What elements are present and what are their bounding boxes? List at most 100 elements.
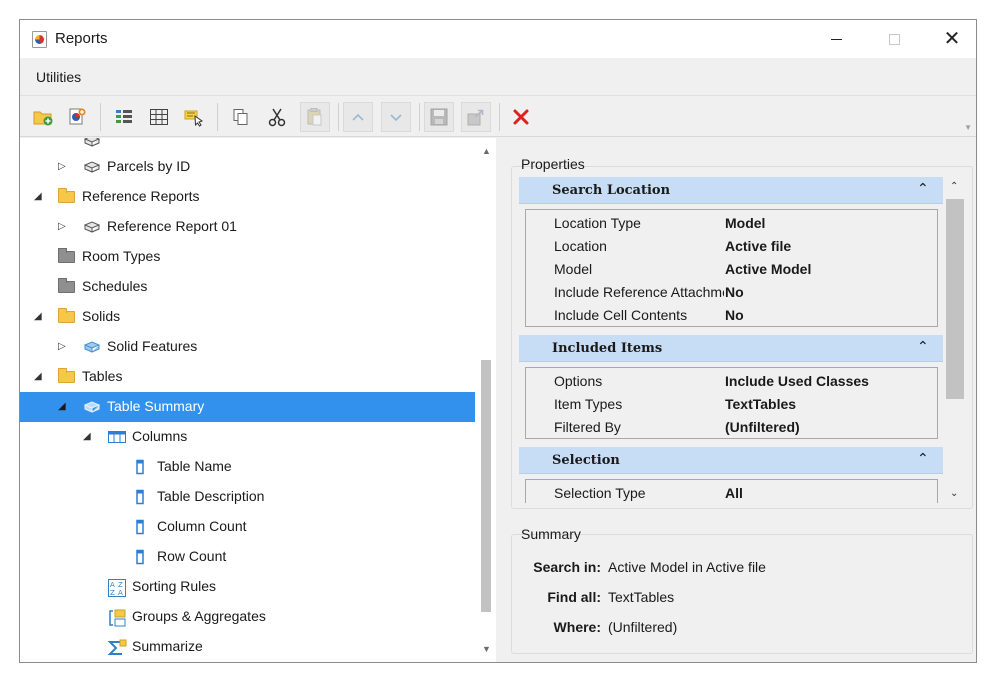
table-button[interactable] [144,102,174,132]
report-tree[interactable]: ▷ Parcels by ID ◢ Reference Reports ▷ Re… [20,138,496,662]
sigma-icon [107,639,127,655]
maximize-button[interactable] [865,20,923,58]
tree-item-label: Sorting Rules [132,578,217,594]
property-value[interactable]: (Unfiltered) [725,419,800,435]
svg-text:A: A [110,581,115,589]
copy-button[interactable] [226,102,256,132]
cut-button[interactable] [262,102,292,132]
report-blue-icon [83,399,101,415]
folder-yellow-icon [58,368,76,385]
collapse-arrow-icon[interactable]: ◢ [34,371,44,383]
scroll-up-icon[interactable]: ▲ [482,146,491,156]
tree-item-label: Table Name [157,458,232,474]
property-value[interactable]: Include Used Classes [725,373,869,389]
property-value[interactable]: Model [725,215,765,231]
tree-item[interactable]: Table Description [20,482,475,512]
summary-key: Find all: [547,589,601,605]
move-down-button[interactable] [381,102,411,132]
move-up-button[interactable] [343,102,373,132]
collapse-arrow-icon[interactable]: ◢ [58,401,68,413]
paste-icon [307,108,322,126]
tree-item[interactable]: Room Types [20,242,475,272]
report-definition-icon [83,138,101,149]
tree-item[interactable]: Row Count [20,542,475,572]
chevron-up-icon[interactable]: ⌃ [917,180,929,197]
property-value[interactable]: All [725,485,743,501]
tree-item[interactable]: ▷ Parcels by ID [20,152,475,182]
tree-item-selected[interactable]: ◢ Table Summary [20,392,475,422]
tree-item[interactable]: Table Name [20,452,475,482]
tree-item-label: Reference Reports [82,188,200,204]
tree-item[interactable]: ▷ Reference Report 01 [20,212,475,242]
property-key: Item Types [554,396,623,412]
tree-item[interactable]: ◢ Reference Reports [20,182,475,212]
summary-key: Where: [553,619,601,635]
delete-button[interactable] [506,102,536,132]
chevron-up-icon [352,113,364,121]
property-value[interactable]: Active Model [725,261,811,277]
column-item-icon [135,549,153,565]
property-key: Filtered By [554,419,621,435]
expand-arrow-icon[interactable]: ▷ [58,221,68,233]
chevron-up-icon[interactable]: ⌃ [917,450,929,467]
tree-scrollbar[interactable]: ▲ ▼ [477,138,496,662]
toolbar-separator [499,103,500,131]
menu-bar: Utilities [20,58,976,95]
category-label: Included Items [552,341,663,356]
scroll-up-icon[interactable]: ⌃ [950,181,958,192]
tree-item[interactable]: ◢ Tables [20,362,475,392]
tree-item[interactable]: ▷ Solid Features [20,332,475,362]
category-search-location[interactable]: Search Location ⌃ [519,177,943,204]
new-folder-button[interactable] [28,102,58,132]
tree-item-label: Parcels by ID [107,158,191,174]
property-value[interactable]: TextTables [725,396,796,412]
tree-item[interactable]: ◢ Solids [20,302,475,332]
properties-grid[interactable]: Search Location ⌃ Location Type Model Lo… [519,177,945,503]
toolbar-overflow-icon[interactable]: ▼ [964,123,972,132]
column-item-icon [135,459,153,475]
tree-item-label: Solid Features [107,338,198,354]
collapse-arrow-icon[interactable]: ◢ [34,191,44,203]
tree-item-label: Column Count [157,518,247,534]
property-value[interactable]: No [725,307,744,323]
tree-item[interactable]: Summarize [20,632,475,662]
properties-scrollbar[interactable]: ⌃ ⌄ [945,177,965,503]
paste-button[interactable] [300,102,330,132]
new-report-button[interactable] [62,102,92,132]
property-key: Options [554,373,603,389]
report-add-icon [69,108,86,125]
column-item-icon [135,519,153,535]
chevron-up-icon[interactable]: ⌃ [917,338,929,355]
expand-arrow-icon[interactable]: ▷ [58,161,68,173]
minimize-button[interactable] [807,20,865,58]
tree-item[interactable]: Column Count [20,512,475,542]
save-button[interactable] [424,102,454,132]
property-value[interactable]: No [725,284,744,300]
tree-scroll-thumb[interactable] [481,360,491,612]
select-button[interactable] [179,102,209,132]
tree-item[interactable]: Groups & Aggregates [20,602,475,632]
category-selection[interactable]: Selection ⌃ [519,447,943,474]
columns-button[interactable] [109,102,139,132]
groups-icon [107,609,126,627]
toolbar: ▼ [20,95,976,137]
expand-arrow-icon[interactable]: ▷ [58,341,68,353]
scroll-down-icon[interactable]: ⌄ [950,488,958,499]
collapse-arrow-icon[interactable]: ◢ [83,431,93,443]
export-button[interactable] [461,102,491,132]
tree-item[interactable]: AZZA Sorting Rules [20,572,475,602]
scroll-down-icon[interactable]: ▼ [482,644,491,654]
property-value[interactable]: Active file [725,238,791,254]
tree-item-label: Room Types [82,248,161,264]
menu-utilities[interactable]: Utilities [36,69,81,85]
category-included-items[interactable]: Included Items ⌃ [519,335,943,362]
properties-scroll-thumb[interactable] [946,199,964,399]
tree-item-label: Tables [82,368,123,384]
category-label: Selection [552,453,620,468]
close-button[interactable]: ✕ [923,20,976,58]
column-item-icon [135,489,153,505]
tree-item[interactable]: Schedules [20,272,475,302]
save-icon [430,108,448,126]
collapse-arrow-icon[interactable]: ◢ [34,311,44,323]
tree-item[interactable]: ◢ Columns [20,422,475,452]
